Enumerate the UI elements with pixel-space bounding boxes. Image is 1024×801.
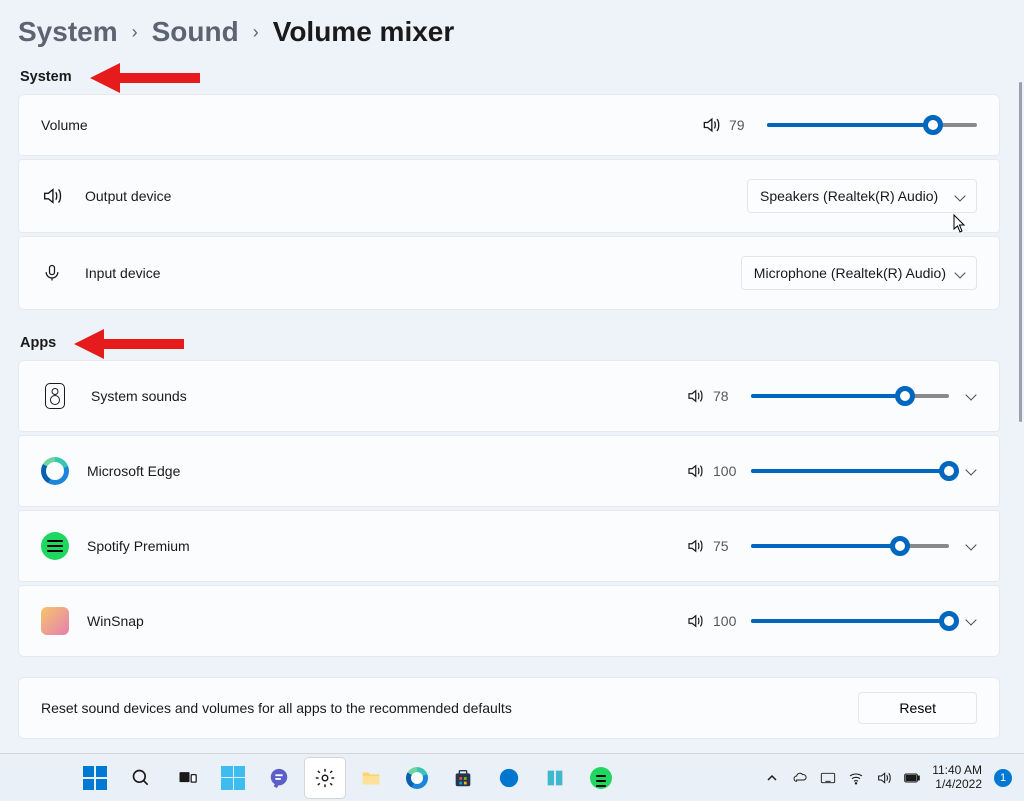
app-volume-slider[interactable] [751,536,949,556]
volume-value: 79 [729,117,763,133]
input-device-label: Input device [85,265,161,281]
section-heading-system: System [20,66,1000,88]
section-heading-label: System [20,69,72,85]
volume-icon[interactable] [876,770,892,786]
input-device-dropdown[interactable]: Microphone (Realtek(R) Audio) [741,256,977,290]
volume-label: Volume [41,117,88,133]
app-volume-value: 100 [713,463,747,479]
input-device-row: Input device Microphone (Realtek(R) Audi… [18,236,1000,310]
reset-defaults-text: Reset sound devices and volumes for all … [41,700,512,716]
speaker-icon [41,185,63,207]
taskbar-file-explorer-button[interactable] [351,758,391,798]
expand-button[interactable] [967,391,977,401]
keyboard-icon[interactable] [820,770,836,786]
taskbar-edge-button[interactable] [397,758,437,798]
app-row-winsnap: WinSnap 100 [18,585,1000,657]
taskbar-search-button[interactable] [121,758,161,798]
windows-logo-icon [83,766,107,790]
app-volume-slider[interactable] [751,386,949,406]
search-icon [131,768,151,788]
mouse-cursor-icon [953,214,967,234]
output-device-label: Output device [85,188,171,204]
app-volume-slider[interactable] [751,611,949,631]
battery-icon[interactable] [904,770,920,786]
microsoft-store-icon [452,767,474,789]
speaker-icon[interactable] [685,612,705,630]
output-device-dropdown[interactable]: Speakers (Realtek(R) Audio) [747,179,977,213]
breadcrumb: System › Sound › Volume mixer [18,16,1000,48]
taskbar-clock[interactable]: 11:40 AM 1/4/2022 [932,764,982,792]
notification-badge[interactable]: 1 [994,769,1012,787]
taskbar-date: 1/4/2022 [932,778,982,792]
scrollbar[interactable] [1019,82,1022,422]
breadcrumb-sound[interactable]: Sound [152,16,239,48]
reset-button[interactable]: Reset [858,692,977,724]
system-sounds-icon [45,383,65,409]
widgets-icon [221,766,245,790]
chevron-down-icon [956,192,966,202]
app-volume-value: 100 [713,613,747,629]
app-name: WinSnap [87,613,144,629]
taskbar-time: 11:40 AM [932,764,982,778]
spotify-icon [41,532,69,560]
app-volume-slider[interactable] [751,461,949,481]
file-explorer-icon [360,767,382,789]
task-view-icon [177,768,197,788]
taskbar-app-button[interactable] [489,758,529,798]
reset-defaults-row: Reset sound devices and volumes for all … [18,677,1000,739]
taskbar-app-button[interactable] [535,758,575,798]
gear-icon [314,767,336,789]
speaker-icon[interactable] [701,115,721,135]
taskbar: 11:40 AM 1/4/2022 1 [0,753,1024,801]
taskbar-spotify-button[interactable] [581,758,621,798]
system-tray: 11:40 AM 1/4/2022 1 [764,764,1024,792]
output-device-selected: Speakers (Realtek(R) Audio) [760,188,938,204]
chevron-down-icon [956,269,966,279]
app-name: Microsoft Edge [87,463,180,479]
volume-slider[interactable] [767,115,977,135]
microsoft-edge-icon [41,457,69,485]
taskbar-chat-button[interactable] [259,758,299,798]
winsnap-icon [41,607,69,635]
expand-button[interactable] [967,616,977,626]
app-row-spotify-premium: Spotify Premium 75 [18,510,1000,582]
section-heading-label: Apps [20,335,56,351]
spotify-icon [590,767,612,789]
taskbar-store-button[interactable] [443,758,483,798]
app-row-microsoft-edge: Microsoft Edge 100 [18,435,1000,507]
speaker-icon[interactable] [685,462,705,480]
speaker-icon[interactable] [685,387,705,405]
expand-button[interactable] [967,466,977,476]
annotation-arrow-icon [90,66,200,88]
app-volume-value: 75 [713,538,747,554]
task-view-button[interactable] [167,758,207,798]
onedrive-icon[interactable] [792,770,808,786]
tray-overflow-button[interactable] [764,770,780,786]
app-volume-value: 78 [713,388,747,404]
microsoft-edge-icon [406,767,428,789]
input-device-selected: Microphone (Realtek(R) Audio) [754,265,946,281]
chevron-right-icon: › [253,22,259,43]
breadcrumb-current: Volume mixer [273,16,455,48]
section-heading-apps: Apps [20,332,1000,354]
app-row-system-sounds: System sounds 78 [18,360,1000,432]
wifi-icon[interactable] [848,770,864,786]
taskbar-widgets-button[interactable] [213,758,253,798]
taskbar-settings-button[interactable] [305,758,345,798]
expand-button[interactable] [967,541,977,551]
output-device-row: Output device Speakers (Realtek(R) Audio… [18,159,1000,233]
breadcrumb-system[interactable]: System [18,16,118,48]
start-button[interactable] [75,758,115,798]
chat-icon [268,767,290,789]
app-icon [498,767,520,789]
speaker-icon[interactable] [685,537,705,555]
microphone-icon [41,263,63,283]
app-name: Spotify Premium [87,538,190,554]
chevron-right-icon: › [132,22,138,43]
app-icon [544,767,566,789]
app-name: System sounds [91,388,187,404]
system-volume-row: Volume 79 [18,94,1000,156]
annotation-arrow-icon [74,332,184,354]
